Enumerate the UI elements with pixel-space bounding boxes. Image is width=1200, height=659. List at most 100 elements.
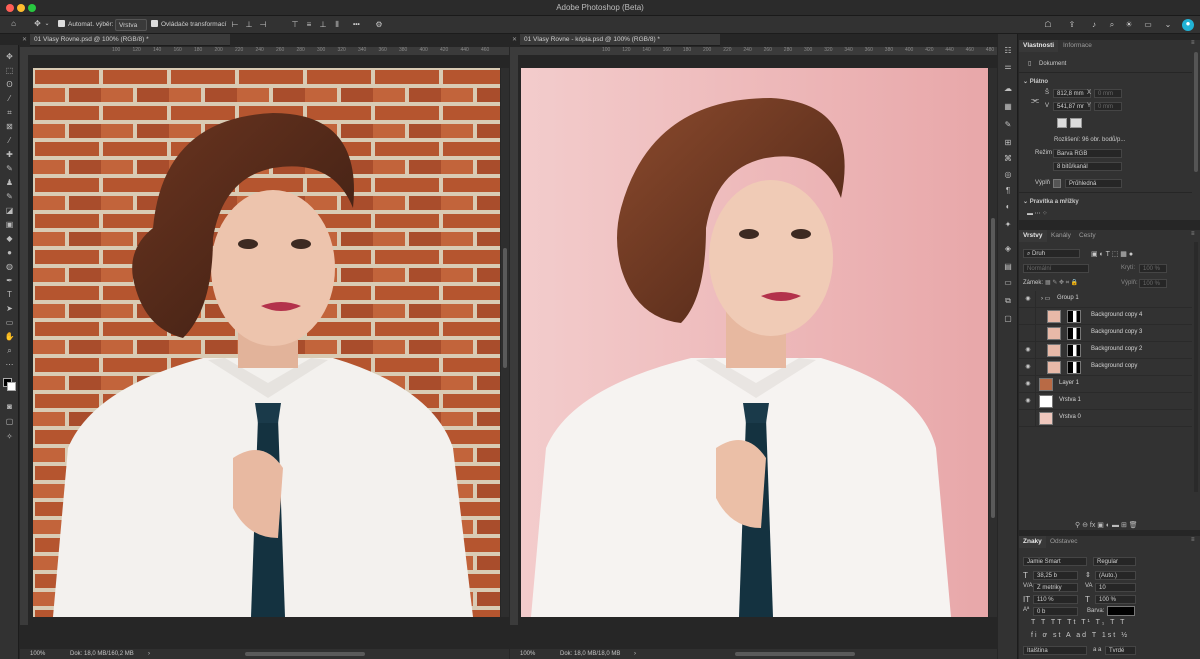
layer-mask-thumbnail[interactable]	[1067, 361, 1081, 374]
tab-layers[interactable]: Vrstvy	[1019, 230, 1047, 242]
glyphs-icon[interactable]: ⧉	[1003, 296, 1013, 306]
paragraph-icon[interactable]: ¶	[1003, 186, 1013, 196]
share-icon[interactable]: ⇪	[1067, 20, 1077, 30]
tracking-field[interactable]: 10	[1095, 583, 1136, 592]
layer-filter-icons[interactable]: ▣ ◐ T ⬚ ▦ ●	[1091, 250, 1133, 258]
folder-icon[interactable]: › ▭	[1041, 295, 1050, 302]
zoom-level[interactable]: 100%	[520, 649, 535, 659]
more-options-button[interactable]: •••	[353, 19, 360, 31]
more-tools-icon[interactable]: ⋯	[4, 359, 15, 370]
text-color-swatch[interactable]	[1107, 606, 1135, 616]
layer-mask-thumbnail[interactable]	[1067, 310, 1081, 323]
move-tool-icon[interactable]: ✥	[32, 19, 43, 29]
close-tab-icon[interactable]: ✕	[512, 36, 518, 43]
eraser-tool-icon[interactable]: ◪	[4, 205, 15, 216]
layer-filter-dropdown[interactable]: ⌕ Druh	[1023, 249, 1080, 258]
brush-tool-icon[interactable]: ✎	[4, 163, 15, 174]
align-left-icon[interactable]: ⊢	[230, 20, 240, 30]
horizontal-scale-field[interactable]: 100 %	[1095, 595, 1136, 604]
layers-scrollbar[interactable]	[1194, 242, 1198, 492]
layer-row[interactable]: ◉ Vrstva 1	[1019, 393, 1192, 410]
lock-icons[interactable]: ▦ ✎ ✥ ⌗ 🔒	[1045, 279, 1078, 287]
canvas-left[interactable]	[33, 68, 500, 617]
home-icon[interactable]: ⌂	[8, 19, 19, 29]
gear-icon[interactable]: ⚙	[374, 20, 384, 30]
avatar[interactable]: ●	[1182, 19, 1194, 31]
zoom-tool-icon[interactable]: ⌕	[4, 345, 15, 356]
tab-info[interactable]: Informace	[1059, 40, 1096, 52]
paths-icon[interactable]: ▭	[1003, 278, 1013, 288]
layer-mask-thumbnail[interactable]	[1067, 327, 1081, 340]
color-icon[interactable]: ◐	[1003, 202, 1013, 212]
horizontal-scrollbar-left[interactable]	[245, 652, 365, 656]
align-bottom-icon[interactable]: ⊥	[318, 20, 328, 30]
height-field[interactable]: 541,87 mr	[1053, 102, 1091, 111]
crop-tool-icon[interactable]: ⌗	[4, 107, 15, 118]
mode-dropdown[interactable]: Barva RGB	[1053, 149, 1122, 158]
distribute-icon[interactable]: ⫴	[332, 20, 342, 30]
layer-mask-thumbnail[interactable]	[1067, 344, 1081, 357]
zoom-level[interactable]: 100%	[30, 649, 45, 659]
styles-icon[interactable]: ✎	[1003, 120, 1013, 130]
align-center-icon[interactable]: ⊥	[244, 20, 254, 30]
hand-tool-icon[interactable]: ✋	[4, 331, 15, 342]
baseline-shift-field[interactable]: 0 b	[1033, 607, 1078, 616]
layer-row[interactable]: Vrstva 0	[1019, 410, 1192, 427]
adjustments-icon[interactable]: ⚌	[1003, 62, 1013, 72]
auto-select-checkbox[interactable]: Automat. výběr:	[58, 19, 114, 31]
status-menu-arrow[interactable]: ›	[634, 649, 636, 659]
swatches-icon[interactable]: ▦	[1003, 102, 1013, 112]
rectangle-tool-icon[interactable]: ▭	[4, 317, 15, 328]
layer-row[interactable]: Background copy 4	[1019, 308, 1192, 325]
screen-mode-icon[interactable]: ▢	[4, 416, 15, 427]
ruler-units-icons[interactable]: ▬ ⋯ ⁘	[1027, 210, 1047, 217]
link-dimensions-icon[interactable]: ⫘	[1031, 95, 1039, 106]
libraries-icon[interactable]: ☁	[1003, 84, 1013, 94]
tab-properties[interactable]: Vlastnosti	[1019, 40, 1059, 52]
panel-menu-icon[interactable]: ≡	[1191, 537, 1195, 543]
generative-icon[interactable]: ✧	[4, 431, 15, 442]
y-field[interactable]: 0 mm	[1094, 102, 1122, 111]
kerning-field[interactable]: Z metriky	[1033, 583, 1078, 592]
layer-row[interactable]: ◉ Background copy	[1019, 359, 1192, 376]
channels-icon[interactable]: ⊞	[1003, 138, 1013, 148]
align-right-icon[interactable]: ⊣	[258, 20, 268, 30]
anti-alias-dropdown[interactable]: Tvrdé	[1105, 646, 1136, 655]
fill-swatch[interactable]	[1053, 179, 1061, 188]
font-size-field[interactable]: 38,25 b	[1033, 571, 1078, 580]
eyedropper-tool-icon[interactable]: ⁄	[4, 135, 15, 146]
close-tab-icon[interactable]: ✕	[22, 36, 28, 43]
canvas-section-header[interactable]: ⌄ Plátno	[1023, 78, 1048, 85]
pen-tool-icon[interactable]: ✒	[4, 275, 15, 286]
notes-icon[interactable]: ▢	[1003, 314, 1013, 324]
layer-actions-bar[interactable]: ⚲ ⊖ fx ▣ ◐ ▬ ⊞ 🗑	[1075, 521, 1138, 529]
align-middle-icon[interactable]: ≡	[304, 20, 314, 30]
opacity-field[interactable]: 100 %	[1139, 264, 1167, 273]
marquee-tool-icon[interactable]: ⬚	[4, 65, 15, 76]
layer-row[interactable]: ◉ › ▭ Group 1	[1019, 291, 1192, 308]
canvas-right[interactable]	[521, 68, 988, 617]
bell-icon[interactable]: ♪	[1089, 20, 1099, 30]
tab-paths[interactable]: Cesty	[1075, 230, 1100, 242]
workspace-icon[interactable]: ▭	[1143, 20, 1153, 30]
horizontal-scrollbar-right[interactable]	[735, 652, 855, 656]
frame-tool-icon[interactable]: ⊠	[4, 121, 15, 132]
move-tool-icon[interactable]: ✥	[4, 51, 15, 62]
layer-row[interactable]: ◉ Background copy 2	[1019, 342, 1192, 359]
panel-menu-icon[interactable]: ≡	[1191, 40, 1195, 46]
vertical-scrollbar-left[interactable]	[501, 68, 509, 617]
x-field[interactable]: 0 mm	[1094, 89, 1122, 98]
actions-icon[interactable]: ◎	[1003, 170, 1013, 180]
lasso-tool-icon[interactable]: ʘ	[4, 79, 15, 90]
search-icon[interactable]: ⌕	[1107, 20, 1117, 30]
layer-row[interactable]: ◉ Layer 1	[1019, 376, 1192, 393]
width-field[interactable]: 812,8 mm	[1053, 89, 1091, 98]
clone-stamp-tool-icon[interactable]: ♟	[4, 177, 15, 188]
document-tab-left[interactable]: 01 Vlasy Rovne.psd @ 100% (RGB/8) *	[30, 34, 230, 46]
layers-panel-icon[interactable]: ◈	[1003, 244, 1013, 254]
quick-mask-icon[interactable]: ◙	[4, 401, 15, 412]
document-tab-right[interactable]: 01 Vlasy Rovne - kópia.psd @ 100% (RGB/8…	[520, 34, 720, 46]
healing-brush-tool-icon[interactable]: ✚	[4, 149, 15, 160]
fill-dropdown[interactable]: Průhledná	[1065, 179, 1122, 188]
text-style-buttons[interactable]: T T TT Tt T¹ T₁ T T	[1031, 619, 1126, 626]
